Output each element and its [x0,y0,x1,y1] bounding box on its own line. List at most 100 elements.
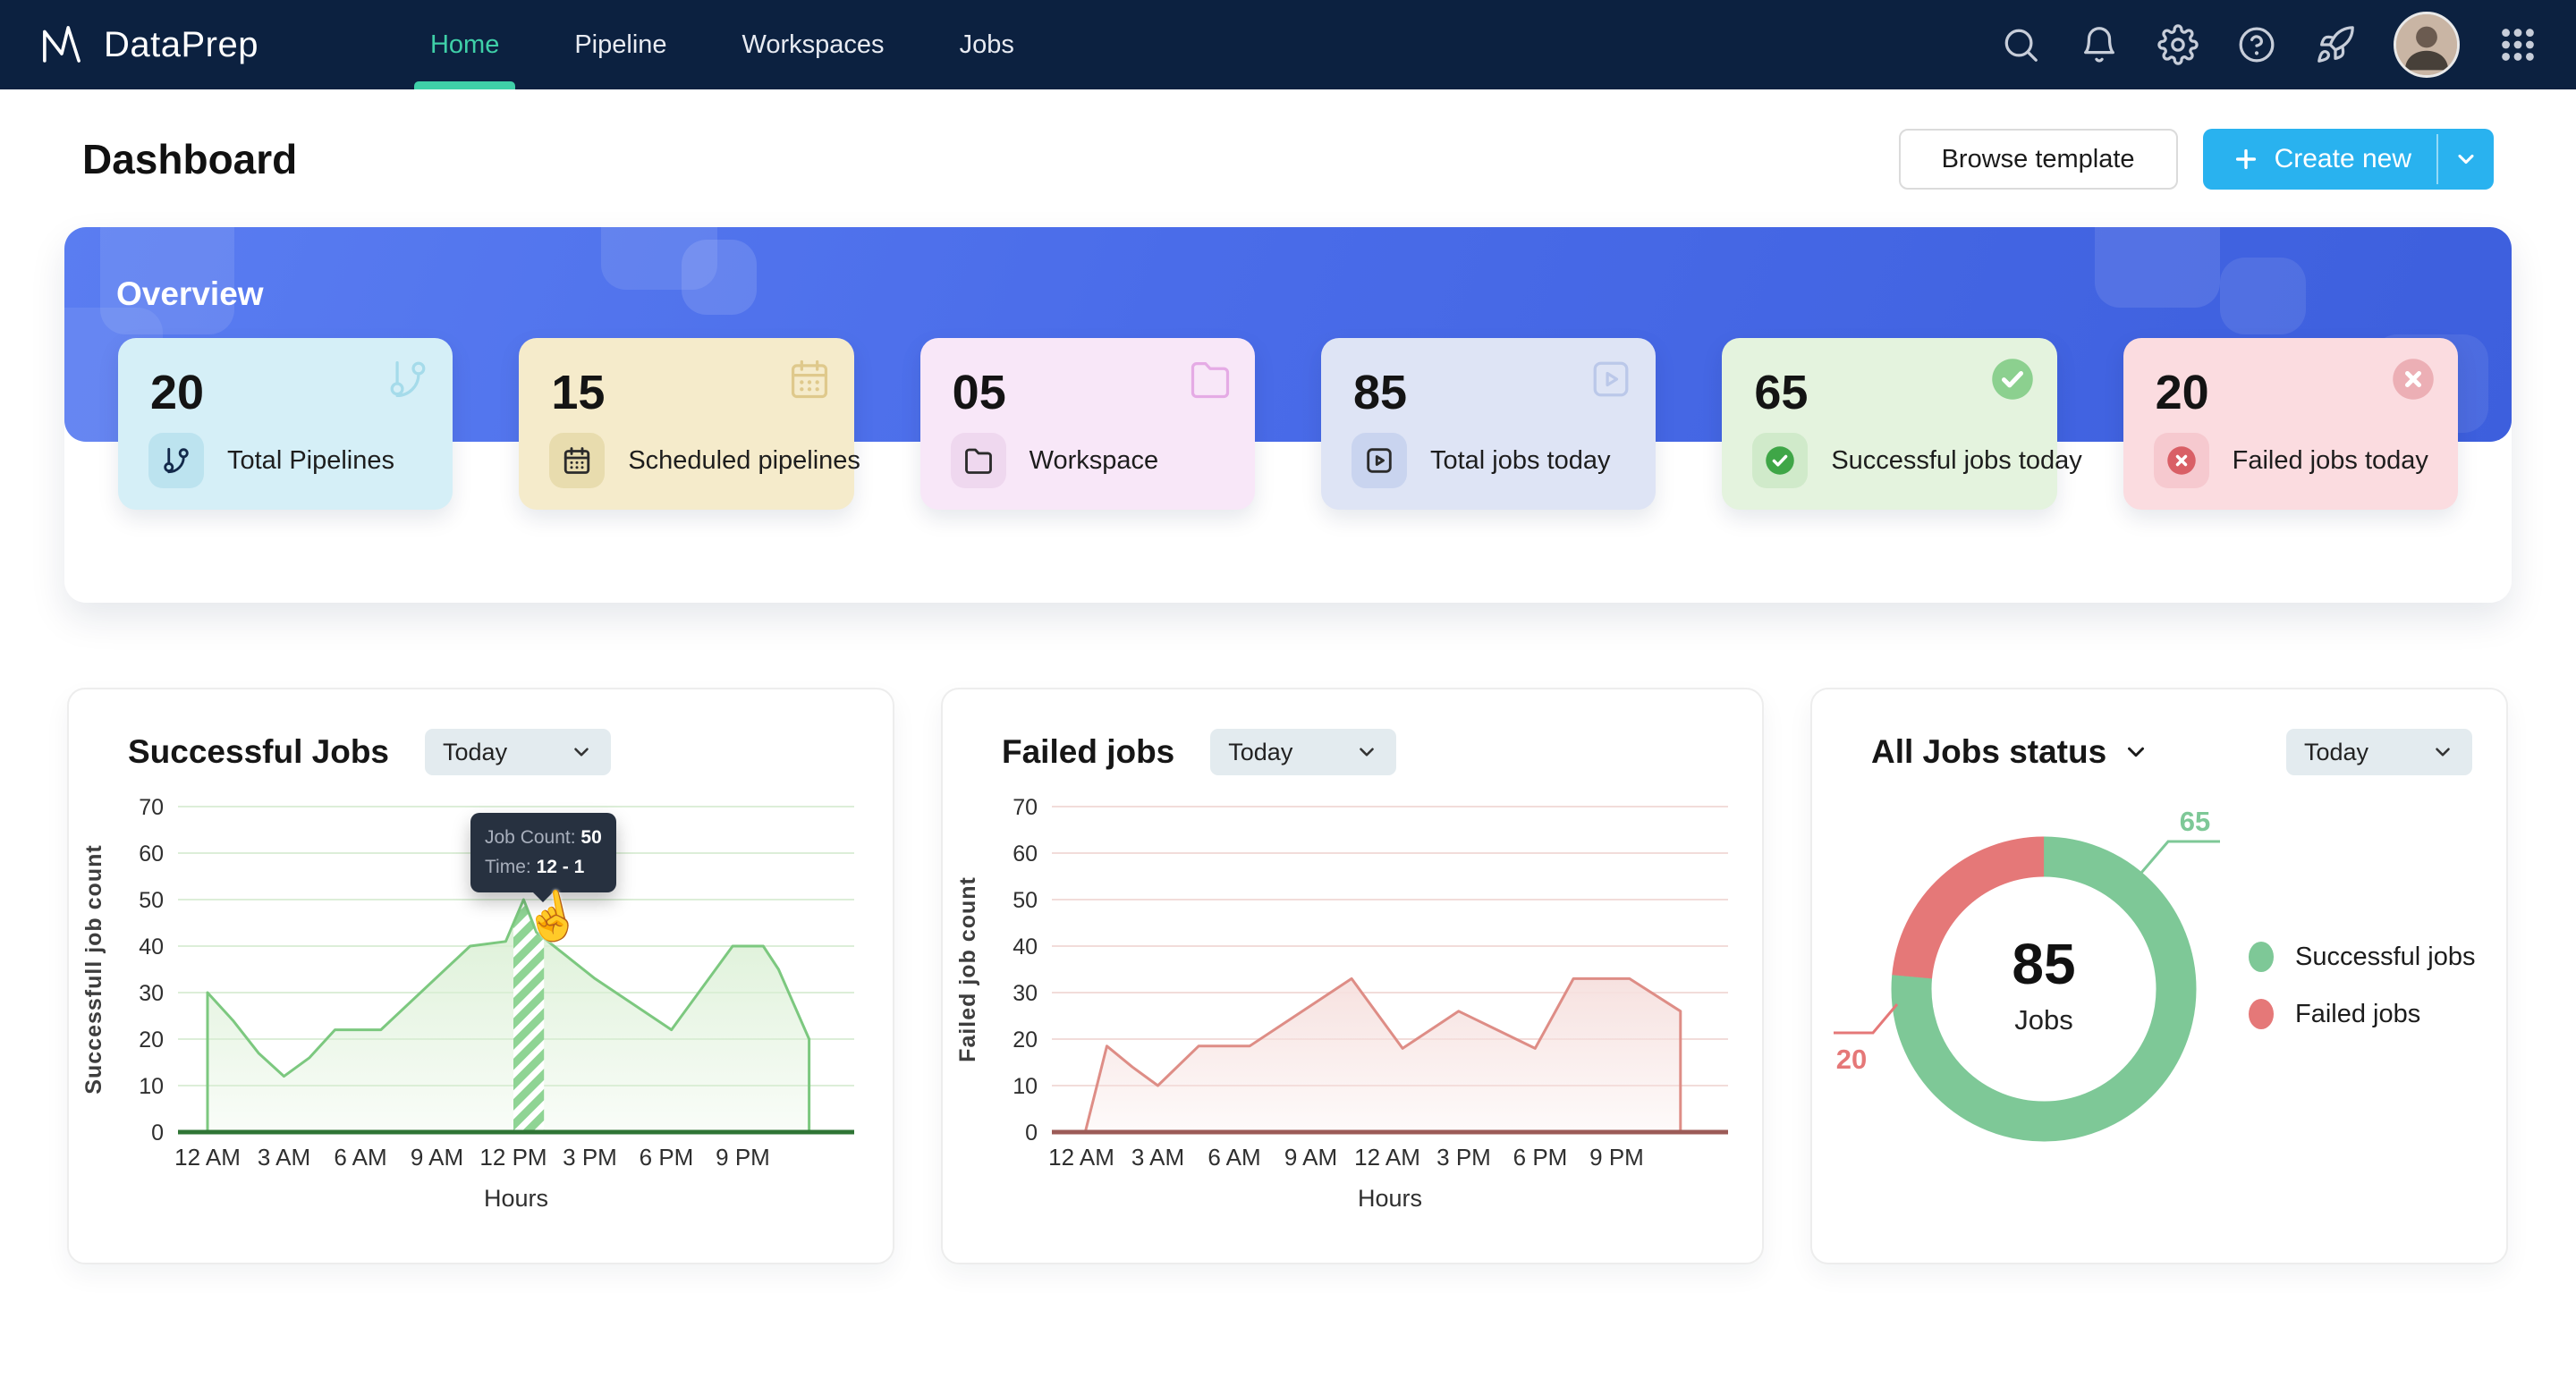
legend-item-failed-jobs[interactable]: Failed jobs [2249,999,2476,1029]
create-new-dropdown-button[interactable] [2438,129,2494,190]
all-jobs-range-select[interactable]: Today [2286,729,2472,775]
settings-icon[interactable] [2157,24,2199,65]
svg-text:3 PM: 3 PM [563,1144,617,1171]
stat-card-failed-jobs-today: 20 Failed jobs today [2123,338,2458,510]
stat-card-total-jobs-today: 85 Total jobs today [1320,338,1657,510]
legend-dot [2249,999,2274,1029]
stat-caption: Failed jobs today [2153,433,2428,488]
stat-caption: Total Pipelines [148,433,394,488]
svg-text:6 PM: 6 PM [640,1144,694,1171]
svg-text:6 PM: 6 PM [1513,1144,1568,1171]
successful-jobs-title: Successful Jobs [128,733,390,770]
charts-row: Successful Jobs Today 0 10 20 30 40 50 60 70 12 … [0,688,2576,1264]
launcher-icon[interactable] [2315,24,2356,65]
svg-text:Hours: Hours [1358,1185,1422,1212]
create-new-main[interactable]: Create new [2203,129,2436,190]
stat-label: Total Pipelines [227,445,394,475]
range-value: Today [443,738,508,765]
primary-nav: Home Pipeline Workspaces Jobs [393,0,1052,89]
svg-text:9 PM: 9 PM [1589,1144,1644,1171]
svg-text:3 PM: 3 PM [1436,1144,1491,1171]
svg-text:60: 60 [139,841,164,867]
stat-value: 05 [952,366,1006,419]
failed-jobs-card: Failed jobs Today 0 10 20 30 40 50 60 70 12 AM 3 … [941,688,1764,1264]
failed-jobs-range-select[interactable]: Today [1210,729,1397,775]
play-icon [1588,356,1634,402]
stat-value: 15 [551,366,606,419]
stat-caption: Scheduled pipelines [549,433,860,488]
check-badge-icon [1752,433,1809,488]
stat-card-workspace: 05 Workspace [919,338,1255,510]
nav-actions [2000,12,2538,78]
calendar-icon [786,356,833,402]
user-avatar[interactable] [2394,12,2460,78]
search-icon[interactable] [2000,24,2041,65]
failed-jobs-chart[interactable]: 0 10 20 30 40 50 60 70 12 AM 3 AM 6 AM 9 AM 12 AM 3 P… [943,795,1770,1220]
apps-grid-icon[interactable] [2497,24,2538,65]
folder-icon [1187,356,1233,402]
successful-jobs-header: Successful Jobs Today [69,689,893,775]
notifications-icon[interactable] [2079,24,2120,65]
stat-label: Workspace [1029,445,1159,475]
help-icon[interactable] [2236,24,2277,65]
header-actions: Browse template Create new [1898,129,2494,190]
svg-text:0: 0 [151,1120,164,1146]
chevron-down-icon[interactable] [2123,739,2149,765]
nav-item-workspaces[interactable]: Workspaces [705,0,922,89]
stat-caption: Total jobs today [1351,433,1611,488]
legend-dot [2249,942,2274,972]
stat-card-scheduled-pipelines: 15 Scheduled pipelines [519,338,860,510]
nav-item-pipeline[interactable]: Pipeline [537,0,704,89]
svg-text:3 AM: 3 AM [258,1144,310,1171]
range-value: Today [2304,738,2369,765]
svg-text:12 AM: 12 AM [1048,1144,1114,1171]
svg-text:20: 20 [1836,1044,1867,1075]
svg-text:40: 40 [1013,934,1038,960]
pipeline-badge-icon [148,433,204,488]
chevron-down-icon [1360,748,1375,757]
browse-template-button[interactable]: Browse template [1898,129,2178,190]
page-header: Dashboard Browse template Create new [0,129,2576,190]
chevron-down-icon [574,748,589,757]
banner-decoration [2220,258,2306,334]
svg-text:0: 0 [1025,1120,1038,1146]
all-jobs-status-title: All Jobs status [1871,733,2107,770]
play-badge-icon [1351,433,1407,488]
nav-item-jobs[interactable]: Jobs [922,0,1052,89]
stat-value: 20 [150,366,205,419]
svg-text:20: 20 [1013,1027,1038,1053]
chevron-down-icon [2458,154,2474,165]
pipeline-icon [385,356,431,402]
stat-card-total-pipelines: 20 Total Pipelines [118,338,453,510]
stat-label: Scheduled pipelines [628,445,860,475]
svg-text:9 AM: 9 AM [1284,1144,1337,1171]
create-new-button[interactable]: Create new [2202,129,2494,190]
stat-value: 20 [2155,366,2209,419]
legend-item-successful-jobs[interactable]: Successful jobs [2249,942,2476,972]
svg-text:12 AM: 12 AM [174,1144,241,1171]
dataprep-logo-icon [43,26,80,63]
legend-label: Failed jobs [2295,999,2421,1028]
failed-jobs-header: Failed jobs Today [943,689,1762,775]
nav-item-home[interactable]: Home [393,0,537,89]
successful-jobs-range-select[interactable]: Today [425,729,612,775]
tooltip-row-time: Time: 12 - 1 [485,856,585,877]
top-nav: DataPrep Home Pipeline Workspaces Jobs [0,0,2576,89]
svg-text:10: 10 [1013,1074,1038,1099]
svg-text:6 AM: 6 AM [1208,1144,1260,1171]
all-jobs-status-card: All Jobs status Today 65 20 85 Jobs Succe… [1810,688,2508,1264]
svg-text:10: 10 [139,1074,164,1099]
check-icon [1989,356,2036,402]
banner-decoration [682,240,757,315]
plus-icon [2235,148,2256,170]
x-badge-icon [2153,433,2209,488]
svg-text:30: 30 [1013,981,1038,1006]
brand[interactable]: DataPrep [38,21,258,69]
banner-decoration [2095,227,2220,308]
svg-text:9 PM: 9 PM [716,1144,770,1171]
svg-text:70: 70 [139,795,164,820]
all-jobs-status-header: All Jobs status Today [1812,689,2506,775]
donut-center: 85 Jobs [1936,931,2151,1036]
svg-text:30: 30 [139,981,164,1006]
svg-text:6 AM: 6 AM [334,1144,386,1171]
